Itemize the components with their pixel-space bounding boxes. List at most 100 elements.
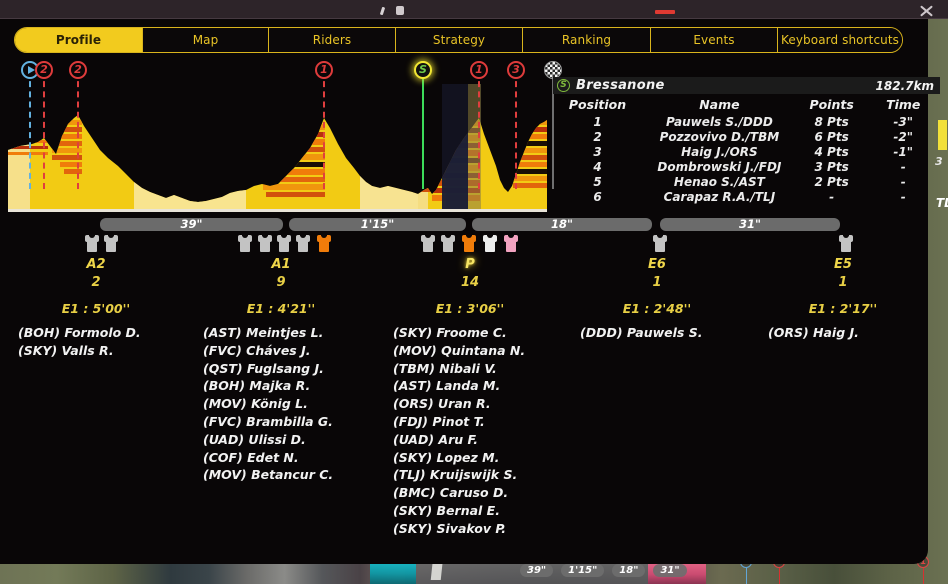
table-row[interactable]: 6 Carapaz R.A./TLJ - - bbox=[553, 189, 940, 204]
jersey-icon[interactable] bbox=[85, 233, 99, 252]
list-item[interactable]: (ORS) Uran R. bbox=[393, 395, 525, 413]
list-item[interactable]: (BMC) Caruso D. bbox=[393, 484, 525, 502]
gap-bar: 39" bbox=[100, 218, 283, 231]
table-row[interactable]: 2 Pozzovivo D./TBM 6 Pts -2" bbox=[553, 129, 940, 144]
stage-distance: 182.7km bbox=[875, 78, 934, 93]
table-row[interactable]: 1 Pauwels S./DDD 8 Pts -3" bbox=[553, 114, 940, 129]
list-item[interactable]: (ORS) Haig J. bbox=[768, 324, 859, 342]
jersey-icon[interactable] bbox=[462, 233, 476, 252]
jersey-icon[interactable] bbox=[317, 233, 331, 252]
rider-column-1: (AST) Meintjes L. (FVC) Cháves J. (QST) Fu… bbox=[203, 324, 333, 484]
climb-category-badge: 2 bbox=[69, 61, 87, 79]
jersey-body bbox=[87, 236, 97, 252]
jersey-icon[interactable] bbox=[653, 233, 667, 252]
jersey-body bbox=[655, 236, 665, 252]
jersey-body bbox=[260, 236, 270, 252]
cell-points: 4 Pts bbox=[814, 144, 849, 159]
jersey-icon[interactable] bbox=[277, 233, 291, 252]
jersey-icon[interactable] bbox=[483, 233, 497, 252]
list-item[interactable]: (AST) Meintjes L. bbox=[203, 324, 333, 342]
list-item[interactable]: (MOV) König L. bbox=[203, 395, 333, 413]
list-item[interactable]: (BOH) Majka R. bbox=[203, 377, 333, 395]
jersey-body bbox=[485, 236, 495, 252]
jersey-body bbox=[106, 236, 116, 252]
rider-jersey-row bbox=[0, 233, 928, 255]
table-row[interactable]: 3 Haig J./ORS 4 Pts -1" bbox=[553, 144, 940, 159]
list-item[interactable]: (SKY) Sivakov P. bbox=[393, 520, 525, 538]
jersey-icon[interactable] bbox=[839, 233, 853, 252]
ranking-body: 1 Pauwels S./DDD 8 Pts -3" 2 Pozzovivo D./TBM… bbox=[553, 114, 940, 204]
marker-stem bbox=[422, 71, 424, 189]
gap-bar: 1'15" bbox=[289, 218, 466, 231]
list-item[interactable]: (SKY) Froome C. bbox=[393, 324, 525, 342]
table-row[interactable]: 5 Henao S./AST 2 Pts - bbox=[553, 174, 940, 189]
jersey-icon[interactable] bbox=[238, 233, 252, 252]
list-item[interactable]: (FVC) Cháves J. bbox=[203, 342, 333, 360]
group-time-gap: E1 : 2'48'' bbox=[622, 301, 692, 316]
list-item[interactable]: (QST) Fuglsang J. bbox=[203, 360, 333, 378]
tab-keyboard-shortcuts[interactable]: Keyboard shortcuts bbox=[778, 28, 902, 52]
jersey-icon[interactable] bbox=[441, 233, 455, 252]
list-item[interactable]: (BOH) Formolo D. bbox=[18, 324, 141, 342]
sprint-badge-icon: S bbox=[557, 79, 570, 92]
cell-position: 1 bbox=[593, 114, 602, 129]
group-label-A1[interactable]: A1 bbox=[271, 257, 290, 272]
tab-events[interactable]: Events bbox=[651, 28, 778, 52]
group-label-E6[interactable]: E6 bbox=[648, 257, 666, 272]
list-item[interactable]: (MOV) Betancur C. bbox=[203, 466, 333, 484]
tab-map[interactable]: Map bbox=[143, 28, 269, 52]
jersey-icon[interactable] bbox=[296, 233, 310, 252]
cell-points: - bbox=[829, 189, 835, 204]
jersey-icon[interactable] bbox=[104, 233, 118, 252]
list-item[interactable]: (FDJ) Pinot T. bbox=[393, 413, 525, 431]
list-item[interactable]: (FVC) Brambilla G. bbox=[203, 413, 333, 431]
list-item[interactable]: (MOV) Quintana N. bbox=[393, 342, 525, 360]
elevation-profile[interactable]: 22 1 S 1 3 bbox=[8, 61, 562, 212]
cell-name: Dombrowski J./FDJ bbox=[657, 159, 782, 174]
list-item[interactable]: (TBM) Nibali V. bbox=[393, 360, 525, 378]
cell-name: Haig J./ORS bbox=[681, 144, 758, 159]
climb-category-badge: 1 bbox=[470, 61, 488, 79]
jersey-icon[interactable] bbox=[258, 233, 272, 252]
table-row[interactable]: 4 Dombrowski J./FDJ 3 Pts - bbox=[553, 159, 940, 174]
tab-profile[interactable]: Profile bbox=[15, 28, 143, 52]
list-item[interactable]: (SKY) Valls R. bbox=[18, 342, 141, 360]
mini-marker-pin bbox=[778, 568, 780, 584]
list-item[interactable]: (UAD) Aru F. bbox=[393, 431, 525, 449]
climb-category-badge: 2 bbox=[35, 61, 53, 79]
group-time-gap: E1 : 3'06'' bbox=[435, 301, 505, 316]
list-item[interactable]: (SKY) Lopez M. bbox=[393, 449, 525, 467]
cell-time: -3" bbox=[893, 114, 914, 129]
list-item[interactable]: (TLJ) Kruijswijk S. bbox=[393, 466, 525, 484]
ranking-table: Position Name Points Time 1 Pauwels S./DD… bbox=[553, 96, 940, 204]
cell-time: - bbox=[900, 174, 906, 189]
group-label-P[interactable]: P bbox=[465, 257, 475, 272]
jersey-body bbox=[464, 236, 474, 252]
cell-points: 6 Pts bbox=[814, 129, 849, 144]
group-label-E5[interactable]: E5 bbox=[834, 257, 852, 272]
close-icon[interactable] bbox=[916, 3, 936, 19]
cell-name: Pozzovivo D./TBM bbox=[659, 129, 780, 144]
cell-points: 3 Pts bbox=[814, 159, 849, 174]
cell-name: Carapaz R.A./TLJ bbox=[663, 189, 776, 204]
jersey-icon[interactable] bbox=[504, 233, 518, 252]
cell-position: 4 bbox=[593, 159, 602, 174]
tab-strategy[interactable]: Strategy bbox=[396, 28, 523, 52]
list-item[interactable]: (DDD) Pauwels S. bbox=[580, 324, 702, 342]
list-item[interactable]: (UAD) Ulissi D. bbox=[203, 431, 333, 449]
group-label-A2[interactable]: A2 bbox=[86, 257, 105, 272]
rider-column-3: (DDD) Pauwels S. bbox=[580, 324, 702, 342]
window-titlebar bbox=[0, 0, 948, 19]
marker-stem bbox=[478, 71, 480, 189]
list-item[interactable]: (SKY) Bernal E. bbox=[393, 502, 525, 520]
tab-ranking[interactable]: Ranking bbox=[523, 28, 651, 52]
climb-category-badge: 1 bbox=[315, 61, 333, 79]
cell-name: Henao S./AST bbox=[673, 174, 765, 189]
list-item[interactable]: (COF) Edet N. bbox=[203, 449, 333, 467]
jersey-icon[interactable] bbox=[421, 233, 435, 252]
sprint-icon: S bbox=[414, 61, 432, 79]
cell-time: -1" bbox=[893, 144, 914, 159]
tab-riders[interactable]: Riders bbox=[269, 28, 396, 52]
list-item[interactable]: (AST) Landa M. bbox=[393, 377, 525, 395]
titlebar-glyph-a bbox=[379, 6, 386, 16]
